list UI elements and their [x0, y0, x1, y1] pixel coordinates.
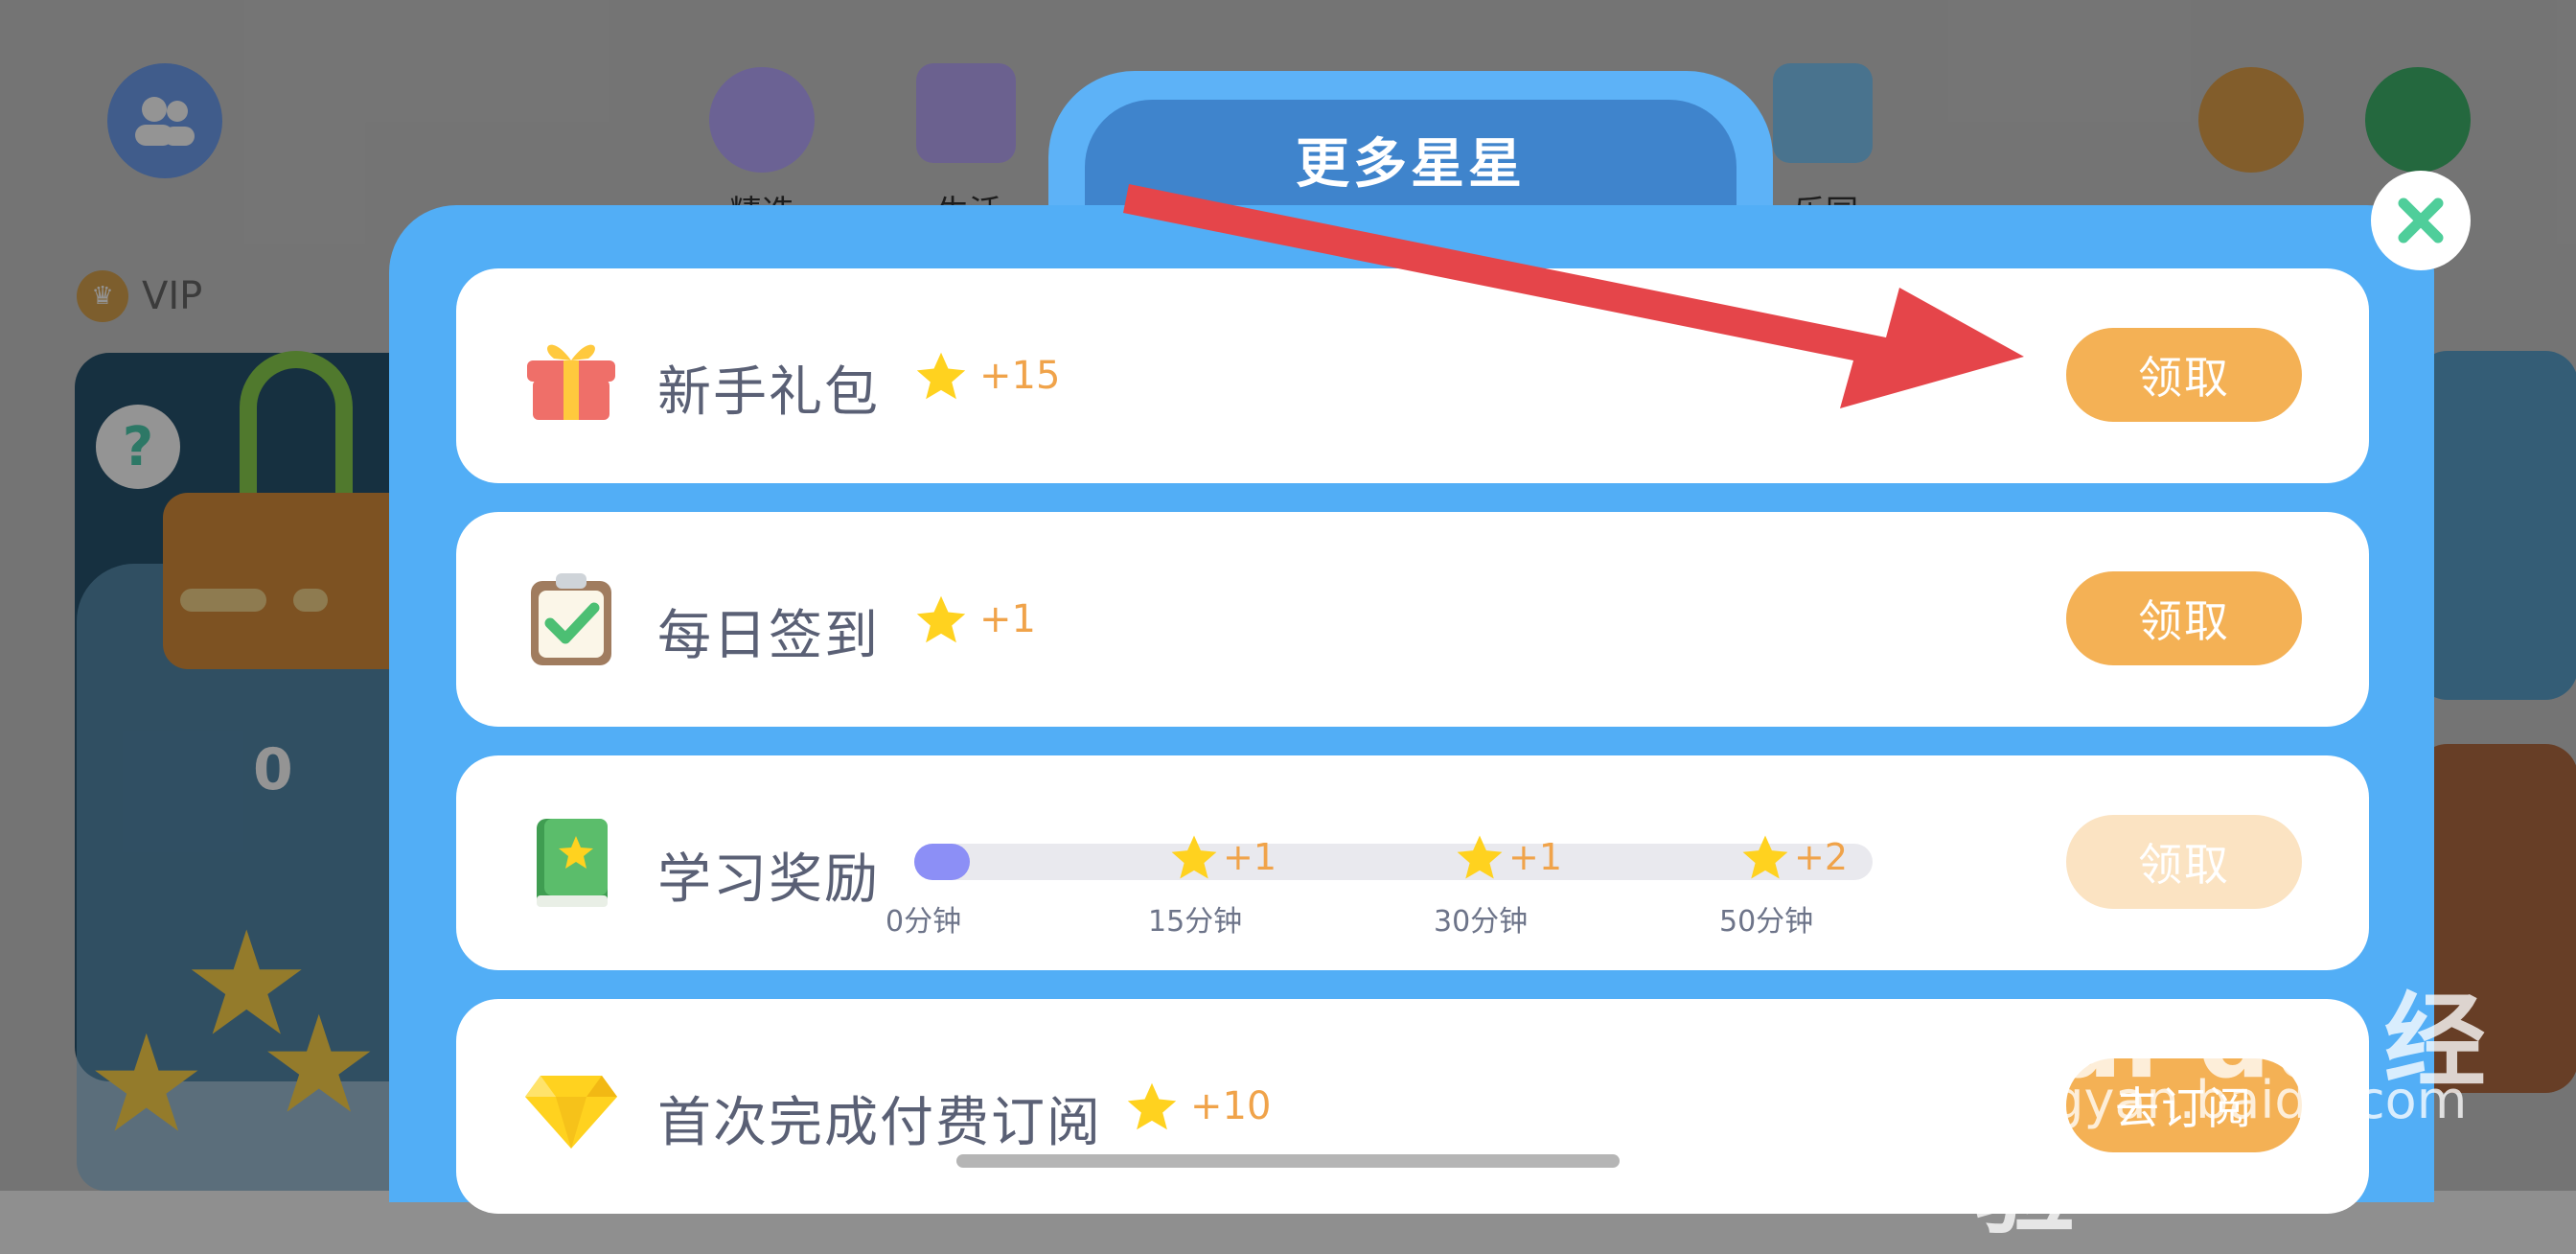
star-icon: [1127, 1082, 1177, 1130]
close-button[interactable]: [2371, 171, 2471, 270]
progress-tick-label: 15分钟: [1148, 905, 1243, 939]
watermark-sub: jingyan.baidu.com: [1990, 1070, 2468, 1130]
close-icon: [2398, 197, 2444, 244]
milestone-15: +1: [1169, 832, 1276, 882]
task-reward-value: +15: [979, 354, 1061, 398]
modal-title: 更多星星: [1296, 133, 1526, 196]
home-indicator[interactable]: [956, 1154, 1620, 1168]
task-title: 学习奖励: [657, 848, 880, 911]
progress-start-label: 0分钟: [886, 905, 962, 939]
star-icon: [1742, 835, 1788, 879]
task-reward-value: +10: [1190, 1084, 1272, 1128]
milestone-50: +2: [1740, 832, 1848, 882]
study-progress-track: [914, 844, 1873, 880]
clipboard-check-icon: [531, 573, 611, 665]
task-row-starter-pack: 新手礼包 +15 领取: [456, 268, 2369, 483]
task-title: 新手礼包: [657, 361, 880, 424]
task-reward: +10: [1125, 1080, 1271, 1133]
diamond-icon: [525, 1076, 617, 1149]
star-icon: [1457, 835, 1503, 879]
task-reward-value: +1: [979, 597, 1036, 641]
book-star-icon: [537, 819, 608, 907]
study-progress-fill: [914, 844, 970, 880]
star-icon: [1171, 835, 1217, 879]
milestone-reward: +2: [1794, 836, 1849, 878]
task-row-daily-checkin: 每日签到 +1 领取: [456, 512, 2369, 727]
task-title: 每日签到: [657, 605, 880, 667]
progress-tick-label: 50分钟: [1719, 905, 1814, 939]
task-reward: +15: [914, 349, 1060, 403]
gift-icon: [527, 344, 615, 420]
task-title: 首次完成付费订阅: [657, 1092, 1102, 1154]
progress-tick-label: 30分钟: [1434, 905, 1529, 939]
claim-button[interactable]: 领取: [2066, 815, 2302, 909]
baidu-watermark: Bai du 经验 jingyan.baidu.com: [1955, 940, 2530, 1248]
task-reward: +1: [914, 592, 1036, 646]
milestone-reward: +1: [1508, 836, 1563, 878]
star-icon: [916, 595, 966, 643]
task-row-study-reward: 学习奖励 +1 +1 +2 0分钟 15分钟 30分钟 50分钟 领取: [456, 755, 2369, 970]
claim-button[interactable]: 领取: [2066, 571, 2302, 665]
milestone-reward: +1: [1223, 836, 1277, 878]
star-icon: [916, 352, 966, 400]
milestone-30: +1: [1455, 832, 1562, 882]
claim-button[interactable]: 领取: [2066, 328, 2302, 422]
